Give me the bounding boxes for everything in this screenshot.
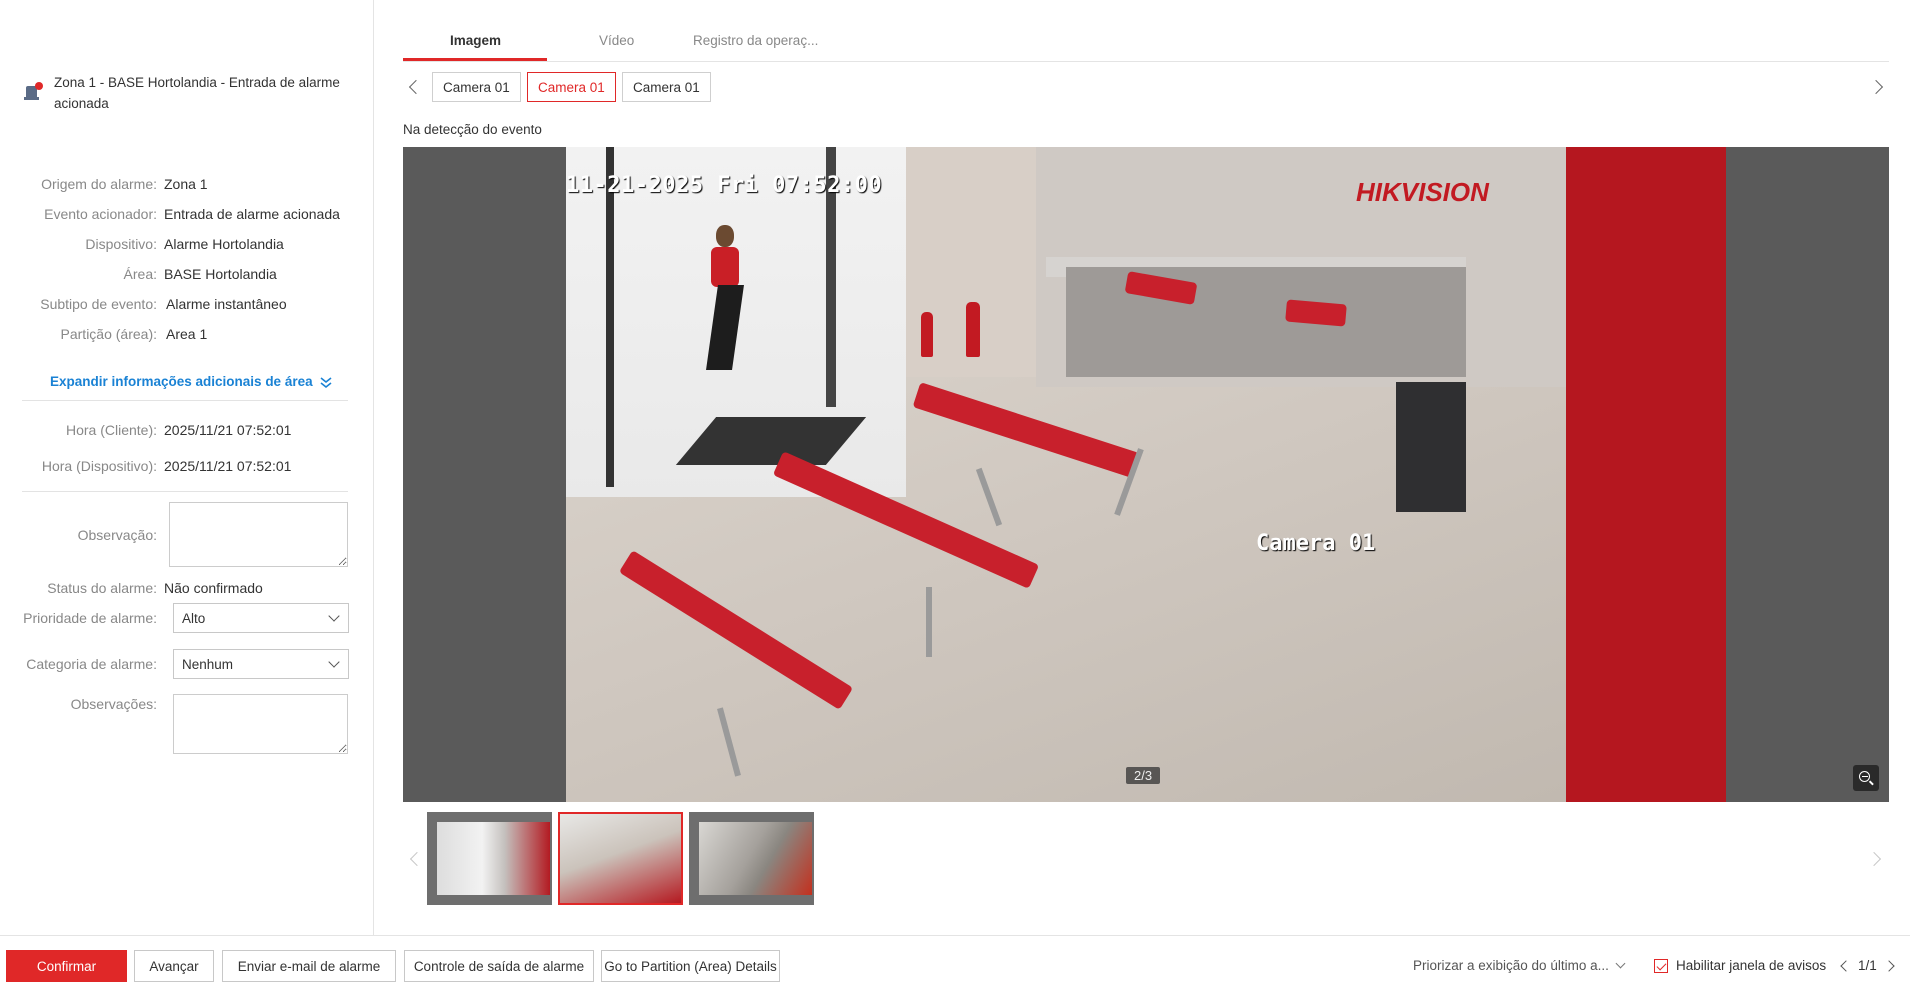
tab-video[interactable]: Vídeo xyxy=(599,33,634,48)
detail-value: Alarme Hortolandia xyxy=(164,236,284,252)
observation-label: Observação: xyxy=(77,527,157,543)
thumbnail-selected[interactable] xyxy=(558,812,683,905)
notes-label: Observações: xyxy=(70,696,157,712)
detail-label: Evento acionador: xyxy=(44,206,157,222)
time-row-device: Hora (Dispositivo): 2025/11/21 07:52:01 xyxy=(0,456,374,476)
tab-image[interactable]: Imagem xyxy=(450,33,501,48)
category-select[interactable]: Nenhum xyxy=(173,649,349,679)
alarm-title-line2: acionada xyxy=(54,96,109,111)
status-value: Não confirmado xyxy=(164,580,263,596)
alarm-output-control-button[interactable]: Controle de saída de alarme xyxy=(404,950,594,982)
image-viewer[interactable]: HIKVISION 11-21-2025 Fri 07:52:00 Camera… xyxy=(403,147,1889,802)
thumbnails-next-icon[interactable] xyxy=(1866,851,1882,867)
detail-row-partition: Partição (área): Area 1 xyxy=(0,324,374,344)
person-figure xyxy=(706,225,744,375)
zoom-in-button[interactable] xyxy=(1853,765,1879,791)
detail-label: Área: xyxy=(123,266,157,282)
camera-button-selected[interactable]: Camera 01 xyxy=(527,72,616,102)
priority-display-dropdown[interactable]: Priorizar a exibição do último a... xyxy=(1413,958,1626,973)
detail-value: Area 1 xyxy=(166,326,208,342)
osd-datetime: 11-21-2025 Fri 07:52:00 xyxy=(566,173,883,198)
enable-popup-checkbox[interactable]: Habilitar janela de avisos xyxy=(1654,958,1826,973)
alarm-title-line1: Zona 1 - BASE Hortolandia - Entrada de a… xyxy=(54,75,340,90)
category-label: Categoria de alarme: xyxy=(26,656,157,672)
chevron-down-icon xyxy=(328,610,340,622)
time-label: Hora (Cliente): xyxy=(65,422,157,438)
thumbnail[interactable] xyxy=(689,812,814,905)
notes-input[interactable] xyxy=(173,694,348,754)
expand-area-info-link[interactable]: Expandir informações adicionais de área xyxy=(50,374,333,389)
alarm-header: Zona 1 - BASE Hortolandia - Entrada de a… xyxy=(24,72,354,114)
detail-value: Alarme instantâneo xyxy=(166,296,287,312)
detail-row-event-subtype: Subtipo de evento: Alarme instantâneo xyxy=(0,294,374,314)
priority-select[interactable]: Alto xyxy=(173,603,349,633)
thumbnails-prev-icon[interactable] xyxy=(409,851,425,867)
double-chevron-down-icon xyxy=(320,376,332,388)
pager: 1/1 xyxy=(1840,958,1895,973)
camera-button[interactable]: Camera 01 xyxy=(432,72,521,102)
advance-button[interactable]: Avançar xyxy=(134,950,214,982)
checkbox-checked-icon[interactable] xyxy=(1654,958,1668,973)
detail-label: Partição (área): xyxy=(60,326,157,342)
alarm-device-icon xyxy=(24,82,44,104)
thumbnail[interactable] xyxy=(427,812,552,905)
time-value: 2025/11/21 07:52:01 xyxy=(164,422,292,438)
pager-next-icon[interactable] xyxy=(1883,959,1895,972)
detail-row-trigger-event: Evento acionador: Entrada de alarme acio… xyxy=(0,204,374,224)
alarm-details-panel: Zona 1 - BASE Hortolandia - Entrada de a… xyxy=(0,0,374,935)
detection-label: Na detecção do evento xyxy=(403,122,542,137)
priority-select-value: Alto xyxy=(182,610,206,626)
detail-row-area: Área: BASE Hortolandia xyxy=(0,264,374,284)
priority-display-label: Priorizar a exibição do último a... xyxy=(1413,958,1609,973)
divider xyxy=(22,400,348,401)
detail-value: Zona 1 xyxy=(164,176,208,192)
divider xyxy=(22,491,348,492)
go-to-partition-button[interactable]: Go to Partition (Area) Details xyxy=(601,950,780,982)
detail-value: BASE Hortolandia xyxy=(164,266,277,282)
media-tabs: Imagem Vídeo Registro da operaç... xyxy=(403,25,1889,62)
camera-button[interactable]: Camera 01 xyxy=(622,72,711,102)
alarm-title: Zona 1 - BASE Hortolandia - Entrada de a… xyxy=(54,72,340,114)
send-alarm-email-button[interactable]: Enviar e-mail de alarme xyxy=(222,950,396,982)
detail-label: Subtipo de evento: xyxy=(40,296,157,312)
brand-logo: HIKVISION xyxy=(1356,177,1489,207)
status-label: Status do alarme: xyxy=(47,580,157,596)
confirm-button[interactable]: Confirmar xyxy=(6,950,127,982)
pager-value: 1/1 xyxy=(1858,958,1877,973)
camera-snapshot: HIKVISION 11-21-2025 Fri 07:52:00 Camera… xyxy=(566,147,1726,802)
detail-label: Origem do alarme: xyxy=(41,176,157,192)
detail-label: Dispositivo: xyxy=(85,236,157,252)
action-bar: Confirmar Avançar Enviar e-mail de alarm… xyxy=(0,935,1910,990)
time-row-client: Hora (Cliente): 2025/11/21 07:52:01 xyxy=(0,420,374,440)
chevron-right-icon[interactable] xyxy=(1868,79,1884,95)
time-label: Hora (Dispositivo): xyxy=(41,458,157,474)
category-select-value: Nenhum xyxy=(182,656,234,672)
chevron-down-icon xyxy=(328,656,340,668)
osd-camera-name: Camera 01 xyxy=(1256,531,1376,556)
chevron-left-icon[interactable] xyxy=(408,79,424,95)
image-page-indicator: 2/3 xyxy=(1126,767,1161,784)
time-value: 2025/11/21 07:52:01 xyxy=(164,458,292,474)
pager-prev-icon[interactable] xyxy=(1840,959,1852,972)
chevron-down-icon xyxy=(1615,958,1626,969)
enable-popup-label: Habilitar janela de avisos xyxy=(1676,958,1827,973)
detail-row-device: Dispositivo: Alarme Hortolandia xyxy=(0,234,374,254)
expand-area-info-label: Expandir informações adicionais de área xyxy=(50,374,313,389)
observation-input[interactable] xyxy=(169,502,348,567)
status-row: Status do alarme: Não confirmado xyxy=(0,578,374,598)
tab-operation-log[interactable]: Registro da operaç... xyxy=(693,33,818,48)
priority-label: Prioridade de alarme: xyxy=(23,610,157,626)
active-tab-indicator xyxy=(403,58,547,61)
detail-value: Entrada de alarme acionada xyxy=(164,206,340,222)
detail-row-origin: Origem do alarme: Zona 1 xyxy=(0,174,374,194)
